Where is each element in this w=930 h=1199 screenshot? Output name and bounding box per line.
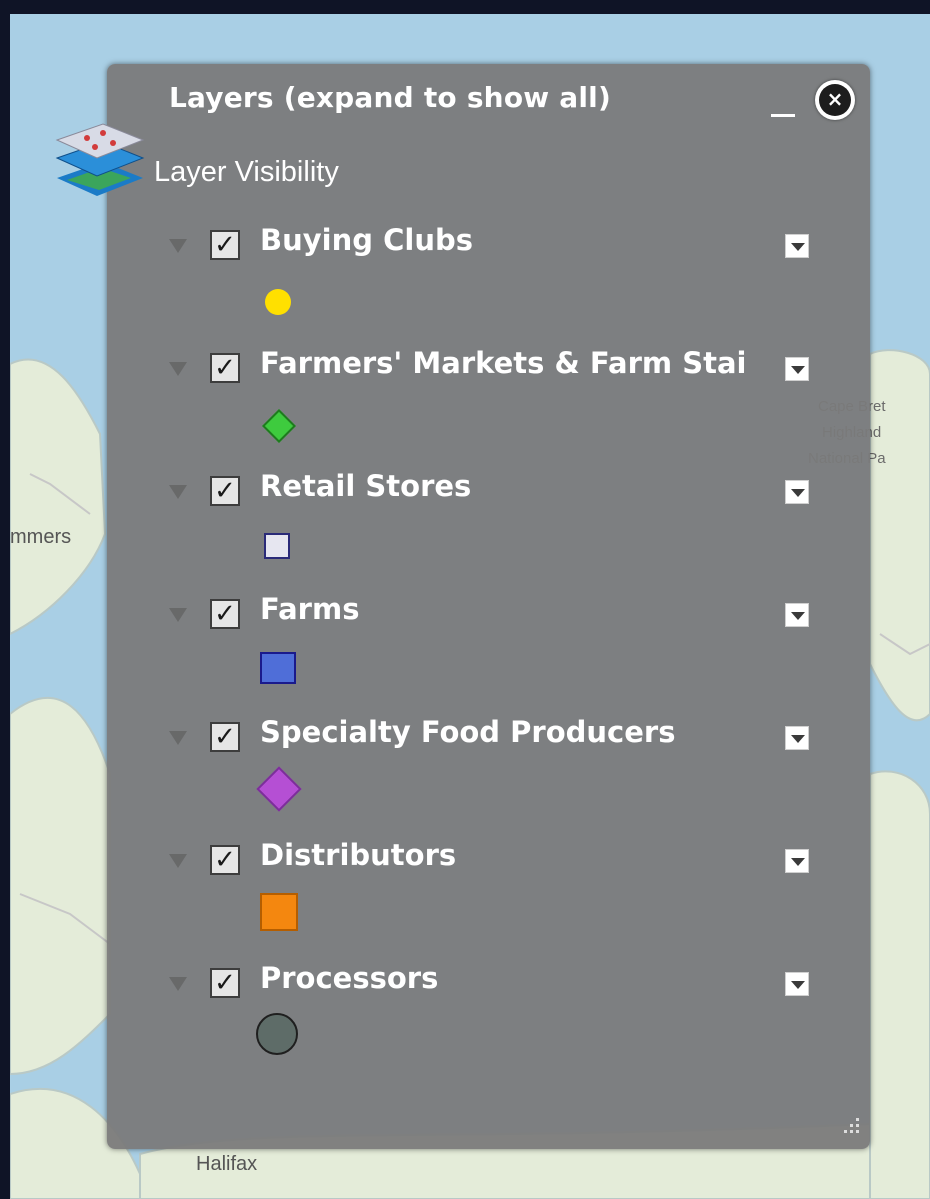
layer-row-farmers-markets: ✓ Farmers' Markets & Farm Stai bbox=[107, 346, 870, 472]
layer-checkbox[interactable]: ✓ bbox=[210, 353, 240, 383]
dropdown-arrow-icon bbox=[791, 366, 805, 374]
layer-options-button[interactable] bbox=[785, 234, 809, 258]
yellow-circle-symbol bbox=[265, 289, 291, 315]
map-label-halifax: Halifax bbox=[196, 1153, 258, 1175]
close-icon: × bbox=[819, 84, 851, 116]
green-diamond-symbol bbox=[262, 409, 296, 443]
purple-diamond-symbol bbox=[256, 766, 302, 812]
expand-icon[interactable] bbox=[169, 362, 187, 376]
dropdown-arrow-icon bbox=[791, 858, 805, 866]
layer-row-retail-stores: ✓ Retail Stores bbox=[107, 469, 870, 595]
layer-name: Farms bbox=[260, 592, 360, 626]
layer-checkbox[interactable]: ✓ bbox=[210, 476, 240, 506]
layer-options-button[interactable] bbox=[785, 726, 809, 750]
layer-options-button[interactable] bbox=[785, 849, 809, 873]
expand-icon[interactable] bbox=[169, 731, 187, 745]
layer-name: Retail Stores bbox=[260, 469, 472, 503]
gray-circle-symbol bbox=[256, 1013, 298, 1055]
layers-stack-icon bbox=[55, 123, 145, 196]
expand-icon[interactable] bbox=[169, 485, 187, 499]
expand-icon[interactable] bbox=[169, 239, 187, 253]
map-label-summerside: mmers bbox=[10, 526, 72, 548]
blue-square-symbol bbox=[260, 652, 296, 684]
layer-options-button[interactable] bbox=[785, 972, 809, 996]
window-top-bar bbox=[0, 0, 930, 14]
layer-row-buying-clubs: ✓ Buying Clubs bbox=[107, 223, 870, 349]
resize-grip-icon[interactable] bbox=[840, 1116, 862, 1138]
layer-name: Processors bbox=[260, 961, 439, 995]
layer-visibility-label: Layer Visibility bbox=[154, 156, 339, 188]
dropdown-arrow-icon bbox=[791, 735, 805, 743]
expand-icon[interactable] bbox=[169, 977, 187, 991]
layer-options-button[interactable] bbox=[785, 357, 809, 381]
layer-checkbox[interactable]: ✓ bbox=[210, 230, 240, 260]
layer-row-processors: ✓ Processors bbox=[107, 961, 870, 1087]
layer-checkbox[interactable]: ✓ bbox=[210, 599, 240, 629]
panel-title[interactable]: Layers (expand to show all) bbox=[169, 81, 611, 114]
expand-icon[interactable] bbox=[169, 608, 187, 622]
orange-square-symbol bbox=[260, 893, 298, 931]
layer-checkbox[interactable]: ✓ bbox=[210, 968, 240, 998]
layer-options-button[interactable] bbox=[785, 603, 809, 627]
white-square-symbol bbox=[264, 533, 290, 559]
layer-name: Specialty Food Producers bbox=[260, 715, 676, 749]
close-button[interactable]: × bbox=[815, 80, 855, 120]
dropdown-arrow-icon bbox=[791, 489, 805, 497]
layer-row-farms: ✓ Farms bbox=[107, 592, 870, 718]
dropdown-arrow-icon bbox=[791, 243, 805, 251]
layer-name: Farmers' Markets & Farm Stai bbox=[260, 346, 747, 380]
layer-options-button[interactable] bbox=[785, 480, 809, 504]
dropdown-arrow-icon bbox=[791, 612, 805, 620]
minimize-icon[interactable] bbox=[771, 114, 795, 117]
layer-name: Buying Clubs bbox=[260, 223, 473, 257]
layer-name: Distributors bbox=[260, 838, 457, 872]
layers-panel: Layers (expand to show all) × Layer Visi… bbox=[55, 64, 870, 1149]
layer-row-specialty-food: ✓ Specialty Food Producers bbox=[107, 715, 870, 841]
layer-checkbox[interactable]: ✓ bbox=[210, 845, 240, 875]
expand-icon[interactable] bbox=[169, 854, 187, 868]
dropdown-arrow-icon bbox=[791, 981, 805, 989]
window-left-bar bbox=[0, 0, 10, 1199]
layer-checkbox[interactable]: ✓ bbox=[210, 722, 240, 752]
layer-row-distributors: ✓ Distributors bbox=[107, 838, 870, 964]
